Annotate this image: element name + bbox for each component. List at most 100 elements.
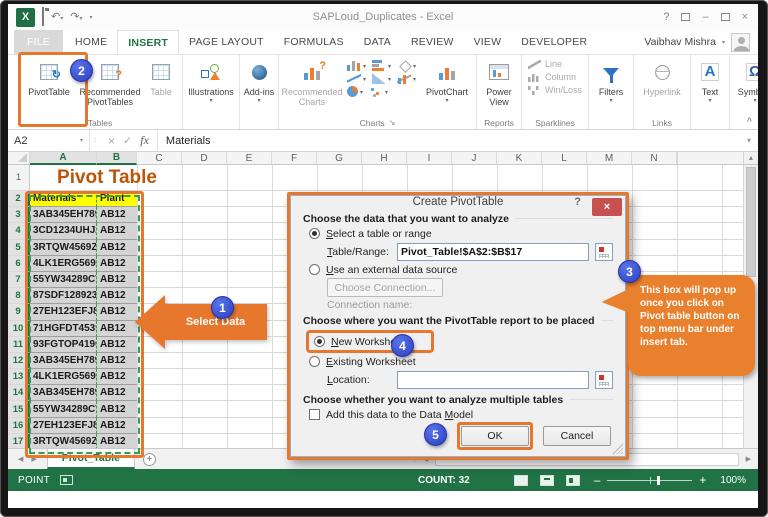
highlight-new-worksheet[interactable]: New Worksheet [306, 330, 434, 353]
column-header[interactable]: N [632, 152, 677, 165]
name-box-dropdown-icon[interactable]: ▾ [80, 137, 83, 144]
insert-function-icon[interactable]: fx [140, 133, 149, 148]
ribbon-display-options-icon[interactable] [681, 13, 691, 21]
dialog-help-button[interactable]: ? [574, 196, 581, 208]
minimize-button[interactable]: – [702, 11, 708, 23]
ribbon-tab[interactable]: VIEW [464, 30, 512, 54]
line-chart-button[interactable]: ▾ [347, 73, 366, 84]
collapse-ribbon-icon[interactable]: ^ [747, 116, 752, 126]
user-dropdown-icon[interactable]: ▾ [722, 39, 725, 46]
cancel-entry-icon[interactable]: × [108, 134, 115, 148]
column-header[interactable]: H [362, 152, 407, 165]
zoom-out-icon[interactable]: – [594, 473, 601, 487]
sheet-nav-left-icon[interactable]: ◀ [18, 455, 23, 463]
ribbon-tab[interactable]: HOME [65, 30, 117, 54]
text-button[interactable]: A Text ▾ [693, 57, 727, 105]
combo-chart-button[interactable]: ▾ [397, 73, 416, 84]
scroll-right-icon[interactable]: ▶ [743, 455, 754, 463]
column-header[interactable]: F [272, 152, 317, 165]
ok-button[interactable]: OK [461, 426, 529, 446]
ribbon-tab[interactable]: FILE [14, 30, 63, 54]
charts-dialog-launcher-icon[interactable]: ↘ [389, 118, 396, 127]
sparkline-button[interactable]: Win/Loss [528, 85, 582, 95]
choose-connection-button[interactable]: Choose Connection... [327, 278, 443, 297]
group-links: Hyperlink Links [634, 55, 692, 129]
column-header[interactable]: L [542, 152, 587, 165]
stock-chart-button[interactable]: ▾ [397, 60, 416, 71]
column-header[interactable]: I [407, 152, 452, 165]
table-icon [152, 64, 170, 80]
redo-button[interactable]: ↷▾ [70, 11, 82, 23]
power-view-button[interactable]: Power View [479, 57, 519, 108]
row-header[interactable]: 1 [8, 165, 30, 191]
help-button[interactable]: ? [663, 11, 669, 23]
range-picker-icon[interactable] [595, 242, 613, 261]
zoom-slider[interactable] [607, 475, 693, 485]
normal-view-icon[interactable] [513, 474, 528, 486]
undo-button[interactable]: ↶▾ [51, 11, 63, 23]
create-pivottable-dialog: Create PivotTable ? × Choose the data th… [287, 192, 629, 460]
table-button[interactable]: Table [142, 57, 180, 97]
illustrations-button[interactable]: Illustrations ▾ [185, 57, 237, 105]
column-header[interactable]: A [30, 152, 97, 165]
vertical-scrollbar-thumb[interactable] [746, 167, 756, 277]
sparkline-button[interactable]: Line [528, 59, 582, 69]
column-header[interactable]: C [137, 152, 182, 165]
page-break-view-icon[interactable] [565, 474, 580, 486]
macro-record-icon[interactable] [60, 475, 74, 485]
scatter-chart-button[interactable]: ▾ [369, 86, 388, 97]
column-header[interactable]: D [182, 152, 227, 165]
select-all-corner[interactable] [8, 152, 30, 165]
ribbon-tab[interactable]: REVIEW [401, 30, 464, 54]
save-button[interactable] [42, 7, 44, 26]
column-header[interactable]: G [317, 152, 362, 165]
radio-existing-worksheet[interactable]: Existing Worksheet [303, 354, 613, 369]
symbols-button[interactable]: Ω Symbols ▾ [732, 57, 758, 105]
dialog-title-bar[interactable]: Create PivotTable ? × [291, 196, 625, 216]
recommended-charts-button[interactable]: ? Recommended Charts [281, 57, 343, 108]
page-layout-view-icon[interactable] [539, 474, 554, 486]
addins-button[interactable]: Add-ins ▾ [242, 57, 276, 105]
ribbon-tab[interactable]: DATA [354, 30, 401, 54]
customize-qat-button[interactable]: ▾ [89, 14, 92, 21]
filters-button[interactable]: Filters ▾ [591, 57, 631, 105]
table-range-input[interactable]: Pivot_Table!$A$2:$B$17 [397, 242, 589, 261]
zoom-level[interactable]: 100% [720, 475, 746, 486]
column-header[interactable]: E [227, 152, 272, 165]
close-button[interactable]: × [742, 11, 748, 23]
name-box[interactable]: A2 ▾ [8, 130, 90, 151]
radio-external-source[interactable]: Use an external data source [303, 262, 613, 277]
sparkline-button[interactable]: Column [528, 72, 582, 82]
bar-chart-button[interactable]: ▾ [372, 60, 391, 71]
zoom-in-icon[interactable]: + [699, 473, 706, 487]
pivotchart-button[interactable]: PivotChart ▾ [420, 57, 474, 105]
sparkline-icon [528, 72, 542, 82]
checkbox-data-model[interactable]: Add this data to the Data Model [303, 407, 613, 422]
column-chart-button[interactable]: ▾ [347, 60, 366, 71]
scroll-up-icon[interactable]: ▲ [743, 152, 758, 165]
ribbon-tab[interactable]: DEVELOPER [511, 30, 597, 54]
column-header[interactable]: K [497, 152, 542, 165]
enter-entry-icon[interactable]: ✓ [123, 134, 132, 147]
range-picker-icon[interactable] [595, 370, 613, 389]
formula-input[interactable]: Materials [158, 130, 740, 151]
user-account[interactable]: Vaibhav Mishra ▾ [644, 30, 758, 54]
hyperlink-button[interactable]: Hyperlink [636, 57, 688, 97]
column-header[interactable]: J [452, 152, 497, 165]
pie-chart-button[interactable]: ▾ [347, 86, 363, 97]
expand-formula-bar-icon[interactable]: ▾ [740, 130, 758, 151]
ribbon-tab[interactable]: INSERT [117, 30, 180, 54]
undo-dropdown-icon[interactable]: ▾ [60, 16, 63, 22]
redo-dropdown-icon[interactable]: ▾ [79, 16, 82, 22]
ribbon-tab[interactable]: FORMULAS [274, 30, 354, 54]
ribbon-tab[interactable]: PAGE LAYOUT [179, 30, 274, 54]
formula-bar: A2 ▾ ⁝ × ✓ fx Materials ▾ [8, 130, 758, 152]
column-header[interactable]: B [97, 152, 137, 165]
location-input[interactable] [397, 370, 589, 389]
cancel-button[interactable]: Cancel [543, 426, 611, 446]
column-header[interactable]: M [587, 152, 632, 165]
maximize-button[interactable] [720, 13, 730, 21]
radio-select-table-range[interactable]: Select a table or range [303, 226, 613, 241]
area-chart-button[interactable]: ▾ [372, 73, 391, 84]
empty-cells[interactable] [137, 165, 743, 191]
